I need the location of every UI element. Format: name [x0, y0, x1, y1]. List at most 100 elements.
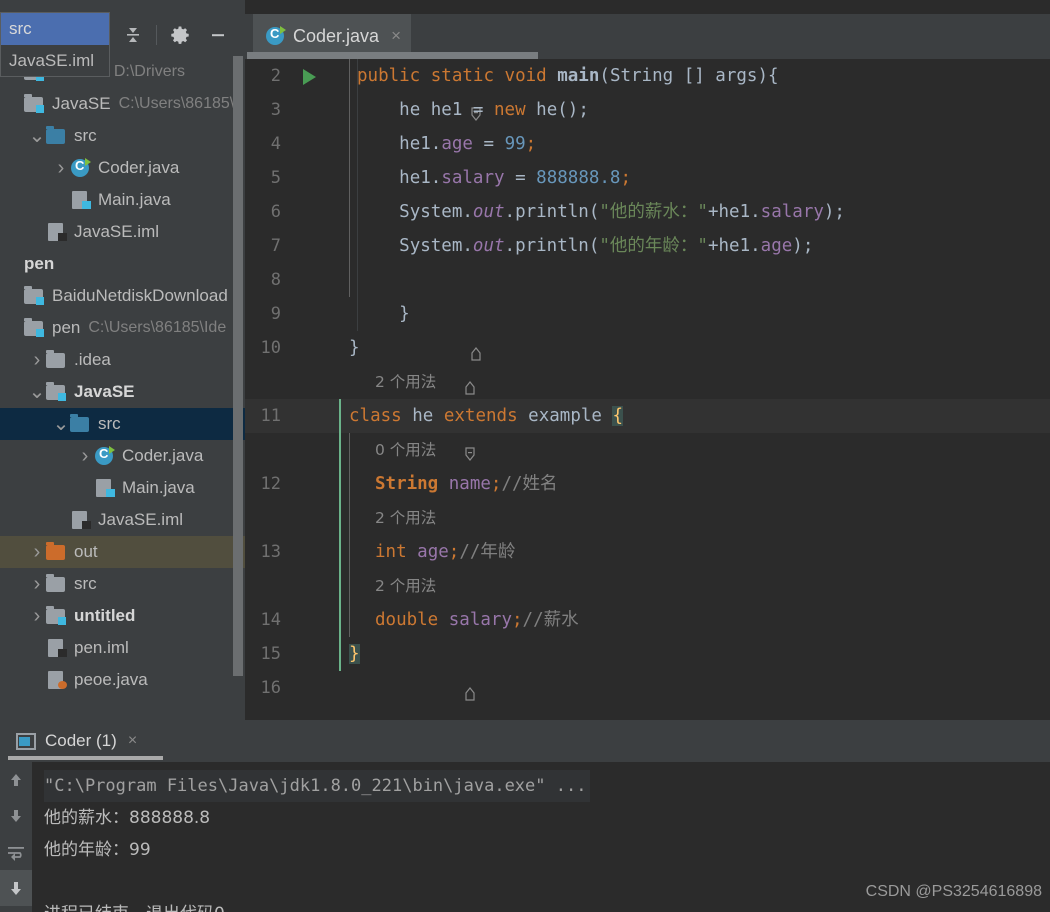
gutter[interactable]: 3	[245, 93, 357, 127]
gutter[interactable]: 2	[245, 59, 482, 121]
tree-node-main-java[interactable]: Main.java	[0, 472, 245, 504]
popup-item-src[interactable]: src	[1, 13, 109, 45]
code-text: he1.age = 99;	[399, 134, 537, 154]
chevron-right-icon[interactable]: ›	[28, 349, 46, 372]
fold-line	[349, 195, 350, 229]
gutter[interactable]: 4	[245, 127, 357, 161]
tree-node-pen[interactable]: pen	[0, 248, 245, 280]
code-editor[interactable]: 2 public static void main(String [] args…	[245, 59, 1050, 720]
fold-collapse-icon[interactable]	[343, 67, 482, 121]
chevron-down-icon[interactable]: ⌄	[28, 126, 46, 146]
close-icon[interactable]: ×	[391, 26, 401, 46]
tree-node-baidunetdiskdownload[interactable]: BaiduNetdiskDownload	[0, 280, 245, 312]
gutter[interactable]: 14	[245, 603, 357, 637]
gutter[interactable]: 12	[245, 467, 357, 501]
minimize-icon[interactable]	[199, 20, 237, 50]
usages-hint[interactable]: 2 个用法	[375, 569, 436, 603]
code-line[interactable]: 12 String name;//姓名	[245, 467, 1050, 501]
gutter[interactable]: 8	[245, 263, 357, 297]
code-line[interactable]: 13 int age;//年龄	[245, 535, 1050, 569]
popup-item-javase-iml[interactable]: JavaSE.iml	[1, 45, 109, 77]
tree-node-coder-java[interactable]: › Coder.java	[0, 152, 245, 184]
line-number: 15	[260, 644, 281, 664]
run-arrow-icon[interactable]	[303, 69, 316, 85]
inlay-hint-line: 2 个用法	[245, 569, 1050, 603]
project-tree[interactable]: DriversD:\DriversJavaSEC:\Users\86185\⌄s…	[0, 56, 245, 720]
close-icon[interactable]: ×	[128, 732, 137, 750]
code-line[interactable]: 9 }	[245, 297, 1050, 361]
code-line[interactable]: 4 he1.age = 99;	[245, 127, 1050, 161]
tree-node-javase-iml[interactable]: JavaSE.iml	[0, 504, 245, 536]
code-line[interactable]: 16	[245, 671, 1050, 705]
tree-node-src[interactable]: ⌄ src	[0, 120, 245, 152]
gutter[interactable]: 9	[245, 297, 482, 361]
code-line[interactable]: 15 }	[245, 637, 1050, 701]
tree-node-src[interactable]: ⌄ src	[0, 408, 245, 440]
code-line[interactable]: 8	[245, 263, 1050, 297]
gutter[interactable]: 16	[245, 671, 357, 705]
chevron-right-icon[interactable]: ›	[28, 573, 46, 596]
tab-coder-run[interactable]: Coder (1) ×	[8, 722, 145, 760]
tree-node-label: src	[74, 574, 97, 593]
gutter[interactable]: 11	[245, 399, 476, 461]
gear-icon[interactable]	[161, 20, 199, 50]
chevron-right-icon[interactable]: ›	[52, 157, 70, 180]
code-text: }	[399, 304, 410, 324]
collapse-all-icon[interactable]	[114, 20, 152, 50]
chevron-right-icon[interactable]: ›	[28, 605, 46, 628]
code-line[interactable]: 5 he1.salary = 888888.8;	[245, 161, 1050, 195]
gutter[interactable]: 7	[245, 229, 357, 263]
soft-wrap-icon[interactable]	[0, 834, 32, 870]
code-line[interactable]: 7 System.out.println("他的年龄："+he1.age);	[245, 229, 1050, 263]
code-text: class he extends example {	[349, 406, 624, 426]
tree-node-javase[interactable]: JavaSE C:\Users\86185\	[0, 88, 245, 120]
code-line[interactable]: 6 System.out.println("他的薪水："+he1.salary)…	[245, 195, 1050, 229]
editor-horizontal-scrollbar[interactable]	[245, 52, 1050, 59]
usages-hint[interactable]: 0 个用法	[375, 433, 436, 467]
tree-node-label: out	[74, 542, 98, 561]
console-line: "C:\Program Files\Java\jdk1.8.0_221\bin\…	[44, 770, 1050, 802]
usages-hint[interactable]: 2 个用法	[375, 501, 436, 535]
code-line[interactable]: 2 public static void main(String [] args…	[245, 59, 1050, 121]
up-arrow-icon[interactable]	[0, 762, 32, 798]
tree-node-main-java[interactable]: Main.java	[0, 184, 245, 216]
project-tree-scrollbar[interactable]	[233, 56, 243, 676]
fold-line	[349, 535, 350, 569]
chevron-right-icon[interactable]: ›	[76, 445, 94, 468]
gutter[interactable]: 5	[245, 161, 357, 195]
tree-node-label: Main.java	[122, 478, 195, 497]
chevron-down-icon[interactable]: ⌄	[28, 382, 46, 402]
console-tab-title: Coder (1)	[45, 731, 117, 750]
fold-end-icon[interactable]	[343, 305, 482, 361]
scroll-to-end-icon[interactable]	[0, 870, 32, 906]
gutter[interactable]: 15	[245, 637, 476, 701]
chevron-down-icon[interactable]: ⌄	[52, 414, 70, 434]
tree-node-untitled[interactable]: › untitled	[0, 600, 245, 632]
tree-node-javase[interactable]: ⌄ JavaSE	[0, 376, 245, 408]
tree-node-path: D:\Drivers	[113, 63, 185, 80]
tree-node-pen[interactable]: pen C:\Users\86185\Ide	[0, 312, 245, 344]
idea-window: DriversD:\DriversJavaSEC:\Users\86185\⌄s…	[0, 0, 1050, 912]
code-line[interactable]: 14 double salary;//薪水	[245, 603, 1050, 637]
gutter[interactable]: 13	[245, 535, 357, 569]
scrollbar-thumb[interactable]	[247, 52, 538, 59]
down-arrow-icon[interactable]	[0, 798, 32, 834]
code-line[interactable]: 3 he he1 = new he();	[245, 93, 1050, 127]
chevron-right-icon[interactable]: ›	[28, 541, 46, 564]
source-folder-icon	[70, 414, 92, 434]
gutter[interactable]: 10	[245, 331, 476, 395]
tree-node-javase-iml[interactable]: JavaSE.iml	[0, 216, 245, 248]
tree-node-src[interactable]: › src	[0, 568, 245, 600]
file-name-popup[interactable]: src JavaSE.iml	[0, 12, 110, 77]
tree-node-label: peoe.java	[74, 670, 148, 689]
tree-node--idea[interactable]: › .idea	[0, 344, 245, 376]
tree-node-pen-iml[interactable]: pen.iml	[0, 632, 245, 664]
code-line[interactable]: 10 }	[245, 331, 1050, 395]
tree-node-out[interactable]: › out	[0, 536, 245, 568]
tree-node-peoe-java[interactable]: peoe.java	[0, 664, 245, 696]
gutter[interactable]: 6	[245, 195, 357, 229]
line-number: 7	[270, 236, 281, 256]
code-line[interactable]: 11 class he extends example {	[245, 399, 1050, 461]
usages-hint[interactable]: 2 个用法	[375, 365, 436, 399]
tree-node-coder-java[interactable]: › Coder.java	[0, 440, 245, 472]
